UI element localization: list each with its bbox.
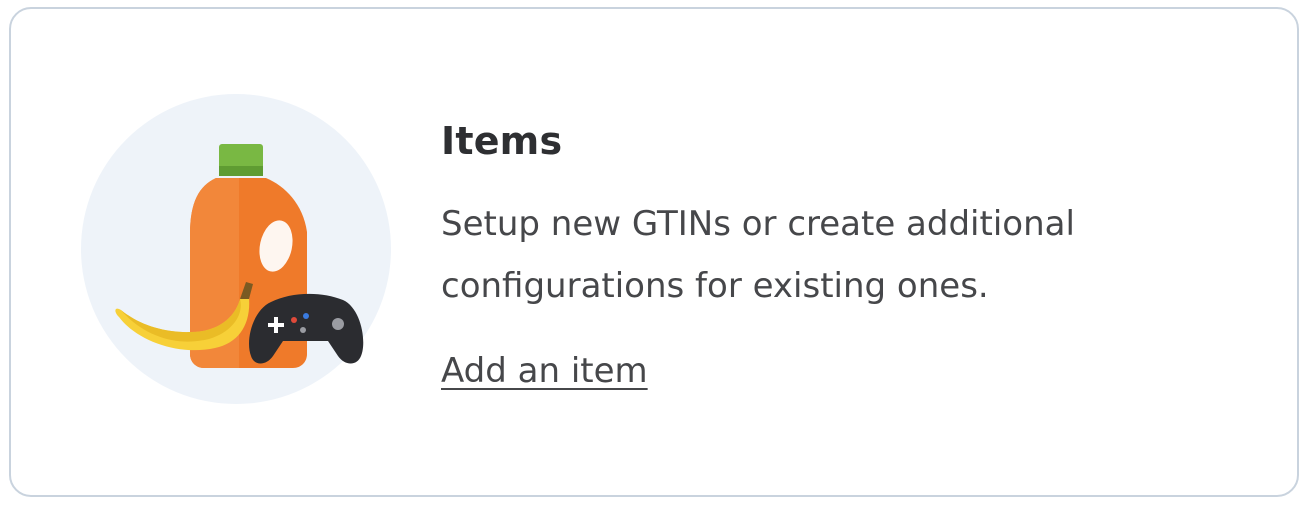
card-content: Items Setup new GTINs or create addition…: [441, 117, 1261, 393]
add-item-link[interactable]: Add an item: [441, 349, 648, 393]
items-illustration-svg: [81, 94, 391, 404]
card-title: Items: [441, 119, 563, 163]
card-description: Setup new GTINs or create additional con…: [441, 204, 1075, 306]
items-card: Items Setup new GTINs or create addition…: [9, 7, 1299, 497]
items-illustration: [81, 94, 391, 404]
